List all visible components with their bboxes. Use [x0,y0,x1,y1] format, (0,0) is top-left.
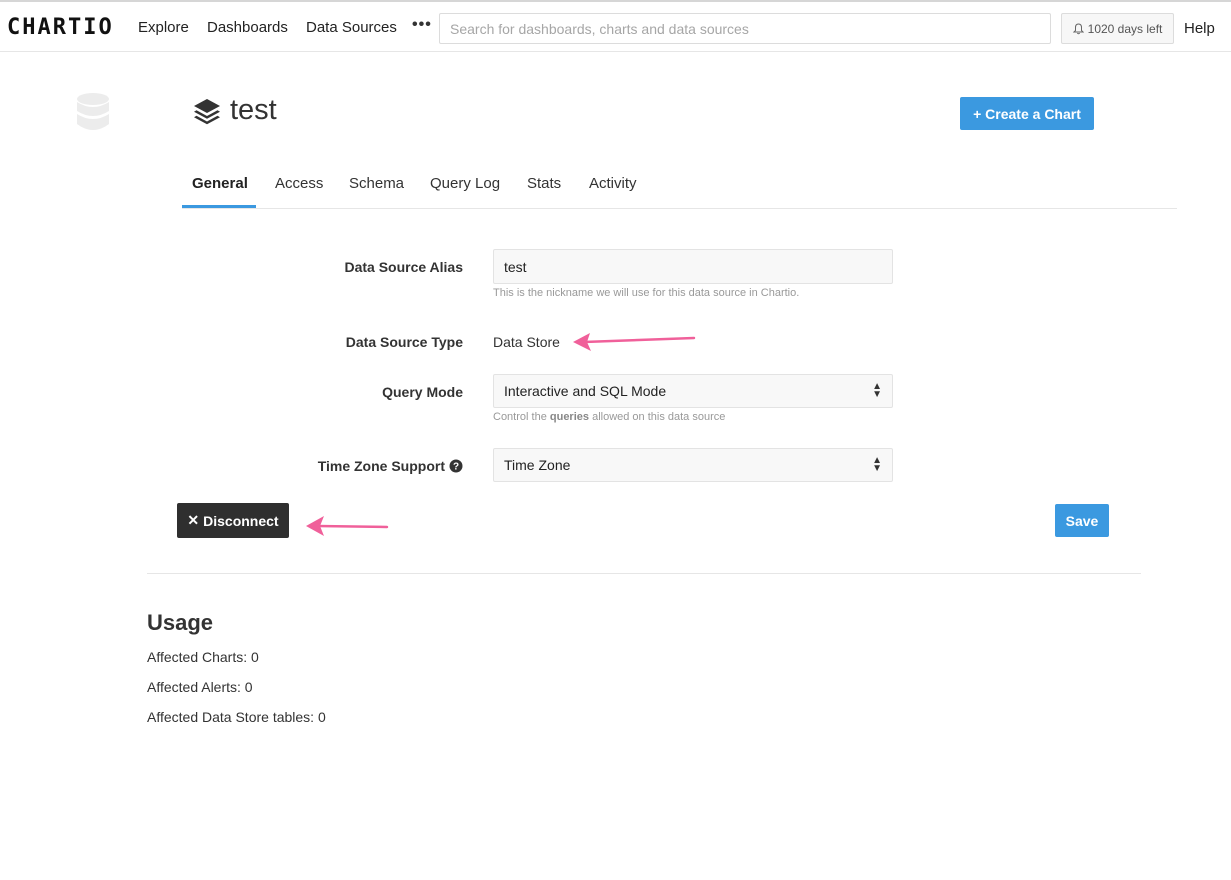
trial-days-badge[interactable]: 1020 days left [1061,13,1174,44]
tab-general[interactable]: General [192,175,248,192]
trial-days-text: 1020 days left [1087,21,1163,36]
tab-schema[interactable]: Schema [349,175,404,192]
layers-icon [194,98,220,124]
save-button[interactable]: Save [1055,504,1109,537]
alias-input[interactable]: test [493,249,893,284]
timezone-select[interactable]: Time Zone ▲ ▼ [493,448,893,482]
usage-affected-alerts: Affected Alerts: 0 [147,679,253,695]
query-mode-label: Query Mode [382,384,463,400]
disconnect-button[interactable]: ✕ Disconnect [177,503,289,538]
query-mode-value: Interactive and SQL Mode [504,383,667,399]
usage-affected-charts: Affected Charts: 0 [147,649,259,665]
help-link[interactable]: Help [1184,20,1215,37]
query-mode-select[interactable]: Interactive and SQL Mode ▲ ▼ [493,374,893,408]
close-icon: ✕ [187,512,200,528]
chartio-logo[interactable]: CHARTIO [7,15,114,40]
tab-query-log[interactable]: Query Log [430,175,500,192]
top-nav-bar: CHARTIO Explore Dashboards Data Sources … [0,0,1231,52]
database-icon [77,93,109,130]
nav-dashboards[interactable]: Dashboards [207,19,288,36]
more-menu-button[interactable]: ••• [412,16,432,34]
tab-access[interactable]: Access [275,175,323,192]
annotation-arrow-icon [573,333,696,351]
create-chart-button[interactable]: + Create a Chart [960,97,1094,130]
timezone-label: Time Zone Support ? [318,458,463,474]
type-value: Data Store [493,334,560,350]
data-source-name: test [230,94,277,126]
nav-data-sources[interactable]: Data Sources [306,19,397,36]
type-label: Data Source Type [345,334,463,350]
usage-heading: Usage [147,610,214,635]
question-circle-icon[interactable]: ? [449,459,463,473]
active-tab-indicator [182,205,256,208]
tab-stats[interactable]: Stats [527,175,561,192]
tab-bar: General Access Schema Query Log Stats Ac… [182,167,1177,209]
select-arrows-icon: ▲ ▼ [872,455,882,474]
annotation-arrow-icon [306,516,389,536]
alias-value: test [504,258,527,275]
alias-help-text: This is the nickname we will use for thi… [493,287,800,299]
tab-activity[interactable]: Activity [589,175,637,192]
usage-affected-tables: Affected Data Store tables: 0 [147,709,326,725]
select-arrows-icon: ▲ ▼ [872,381,882,400]
nav-explore[interactable]: Explore [138,19,189,36]
alias-label: Data Source Alias [344,259,463,275]
section-divider [147,573,1141,574]
bell-icon [1072,22,1084,34]
page-title: test [192,94,277,127]
svg-text:?: ? [453,462,459,473]
query-mode-help-text: Control the queries allowed on this data… [493,411,726,423]
timezone-value: Time Zone [504,457,571,473]
search-input[interactable] [439,13,1051,44]
